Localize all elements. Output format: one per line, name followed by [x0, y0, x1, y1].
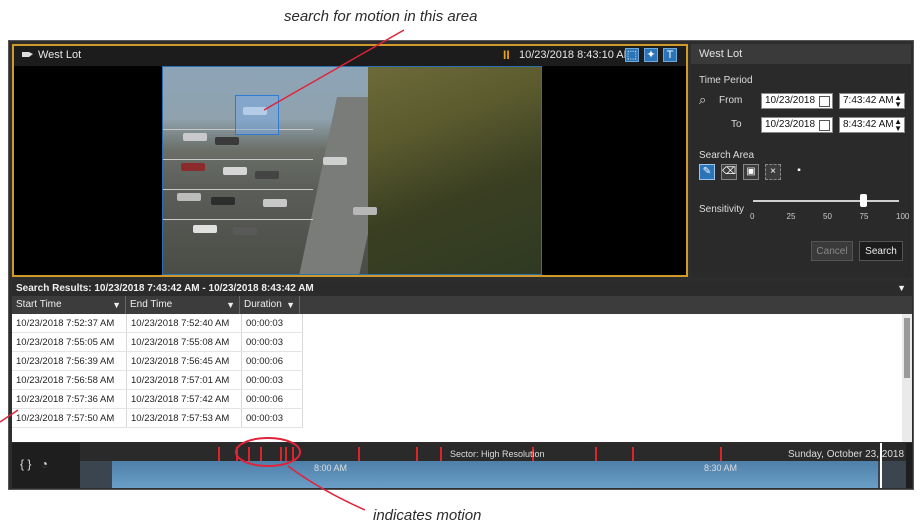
table-row[interactable]: 10/23/2018 7:56:39 AM 10/23/2018 7:56:45… [12, 351, 303, 371]
sensitivity-tick-label: 100 [896, 212, 910, 221]
motion-marker[interactable] [236, 447, 238, 461]
motion-marker[interactable] [416, 447, 418, 461]
motion-marker[interactable] [218, 447, 220, 461]
annotation-bottom: indicates motion [373, 507, 482, 524]
timeline-settings-icon[interactable]: ◔ [41, 457, 48, 471]
search-button[interactable]: Search [859, 241, 903, 261]
to-time-field[interactable]: 8:43:42 AM ▲ ▼ [839, 117, 905, 133]
motion-marker[interactable] [248, 447, 250, 461]
search-results: Search Results: 10/23/2018 7:43:42 AM - … [12, 281, 912, 442]
filter-icon[interactable]: ▼ [226, 296, 235, 314]
to-time-value: 8:43:42 AM [843, 119, 894, 130]
time-spinner-icon[interactable]: ▲ ▼ [894, 118, 902, 133]
sector-label: Sector: High Resolution [450, 449, 545, 459]
table-row[interactable]: 10/23/2018 7:57:50 AM 10/23/2018 7:57:53… [12, 408, 303, 428]
sensitivity-label: Sensitivity [699, 204, 745, 215]
app-window: West Lot II 10/23/2018 8:43:10 AM ⬚ ✦ T [8, 40, 914, 490]
table-row[interactable]: 10/23/2018 7:52:37 AM 10/23/2018 7:52:40… [12, 314, 303, 333]
timeline: { } ◔ Sector: High Resolution Sunday, Oc… [12, 443, 912, 488]
motion-marker[interactable] [292, 447, 294, 461]
filter-icon[interactable]: ▼ [286, 296, 295, 314]
camera-name: West Lot [38, 49, 82, 61]
results-header: Search Results: 10/23/2018 7:43:42 AM - … [12, 281, 912, 296]
video-timestamp: 10/23/2018 8:43:10 AM [519, 49, 633, 61]
column-end-time[interactable]: End Time ▼ [126, 296, 240, 314]
to-date-value: 10/23/2018 [765, 119, 816, 130]
search-area-label: Search Area [699, 150, 755, 161]
sensitivity-tick-label: 50 [823, 212, 832, 221]
sensitivity-slider-thumb[interactable] [859, 194, 867, 207]
timeline-controls: { } ◔ [20, 457, 48, 471]
fill-area-icon[interactable]: ▣ [743, 164, 759, 180]
cancel-button[interactable]: Cancel [811, 241, 853, 261]
sensitivity-tick-label: 75 [859, 212, 869, 221]
from-date-value: 10/23/2018 [765, 95, 816, 106]
time-spinner-icon[interactable]: ▲ ▼ [894, 94, 902, 109]
results-table: 10/23/2018 7:52:37 AM 10/23/2018 7:52:40… [12, 314, 303, 428]
results-column-headers: Start Time ▼ End Time ▼ Duration ▼ [12, 296, 912, 314]
motion-search-area[interactable] [235, 95, 279, 135]
bookmark-icon[interactable]: { } [20, 457, 31, 471]
table-row[interactable]: 10/23/2018 7:56:58 AM 10/23/2018 7:57:01… [12, 370, 303, 390]
motion-marker[interactable] [632, 447, 634, 461]
to-label: To [731, 119, 742, 130]
column-duration[interactable]: Duration ▼ [240, 296, 300, 314]
motion-marker[interactable] [260, 447, 262, 461]
column-start-time[interactable]: Start Time ▼ [12, 296, 126, 314]
calendar-icon[interactable] [819, 120, 830, 131]
save-icon[interactable]: ▪ [791, 164, 807, 180]
video-title-bar: West Lot II 10/23/2018 8:43:10 AM ⬚ ✦ T [14, 46, 686, 66]
to-date-field[interactable]: 10/23/2018 [761, 117, 833, 133]
timeline-date: Sunday, October 23, 2018 [788, 449, 905, 460]
erase-area-icon[interactable]: ⌫ [721, 164, 737, 180]
results-scrollbar[interactable] [902, 314, 912, 442]
time-period-label: Time Period [699, 75, 753, 86]
video-pane: West Lot II 10/23/2018 8:43:10 AM ⬚ ✦ T [12, 44, 688, 277]
time-label-830: 8:30 AM [704, 463, 738, 473]
zoom-time-icon[interactable]: ⌕ [699, 92, 706, 108]
sensitivity-slider[interactable] [753, 200, 899, 202]
from-date-field[interactable]: 10/23/2018 [761, 93, 833, 109]
clear-area-icon[interactable]: × [765, 164, 781, 180]
sensitivity-tick-label: 0 [750, 212, 755, 221]
filter-icon[interactable]: ▼ [112, 296, 121, 314]
video-frame[interactable] [162, 66, 542, 275]
table-row[interactable]: 10/23/2018 7:57:36 AM 10/23/2018 7:57:42… [12, 389, 303, 409]
text-overlay-icon[interactable]: T [663, 48, 677, 62]
motion-marker[interactable] [720, 447, 722, 461]
sensitivity-tick-label: 25 [786, 212, 796, 221]
draw-area-icon[interactable]: ✎ [699, 164, 715, 180]
time-label-800: 8:00 AM [314, 463, 348, 473]
from-label: From [719, 95, 743, 106]
motion-search-icon[interactable]: ✦ [644, 48, 658, 62]
calendar-icon[interactable] [819, 96, 830, 107]
collapse-icon[interactable]: ▼ [897, 281, 906, 296]
annotation-top: search for motion in this area [284, 8, 478, 25]
motion-marker[interactable] [285, 447, 287, 461]
select-area-icon[interactable]: ⬚ [625, 48, 639, 62]
motion-marker[interactable] [595, 447, 597, 461]
search-panel: West Lot Time Period ⌕ From 10/23/2018 7… [691, 44, 911, 277]
timeline-bar[interactable]: Sector: High Resolution Sunday, October … [80, 443, 906, 488]
motion-marker[interactable] [280, 447, 282, 461]
pause-icon[interactable]: II [503, 48, 510, 62]
from-time-value: 7:43:42 AM [843, 95, 894, 106]
table-row[interactable]: 10/23/2018 7:55:05 AM 10/23/2018 7:55:08… [12, 332, 303, 352]
motion-marker[interactable] [358, 447, 360, 461]
panel-title: West Lot [691, 44, 911, 64]
playhead[interactable] [880, 443, 882, 488]
from-time-field[interactable]: 7:43:42 AM ▲ ▼ [839, 93, 905, 109]
results-title: Search Results: 10/23/2018 7:43:42 AM - … [16, 283, 314, 294]
motion-marker[interactable] [440, 447, 442, 461]
camera-icon [22, 52, 33, 57]
